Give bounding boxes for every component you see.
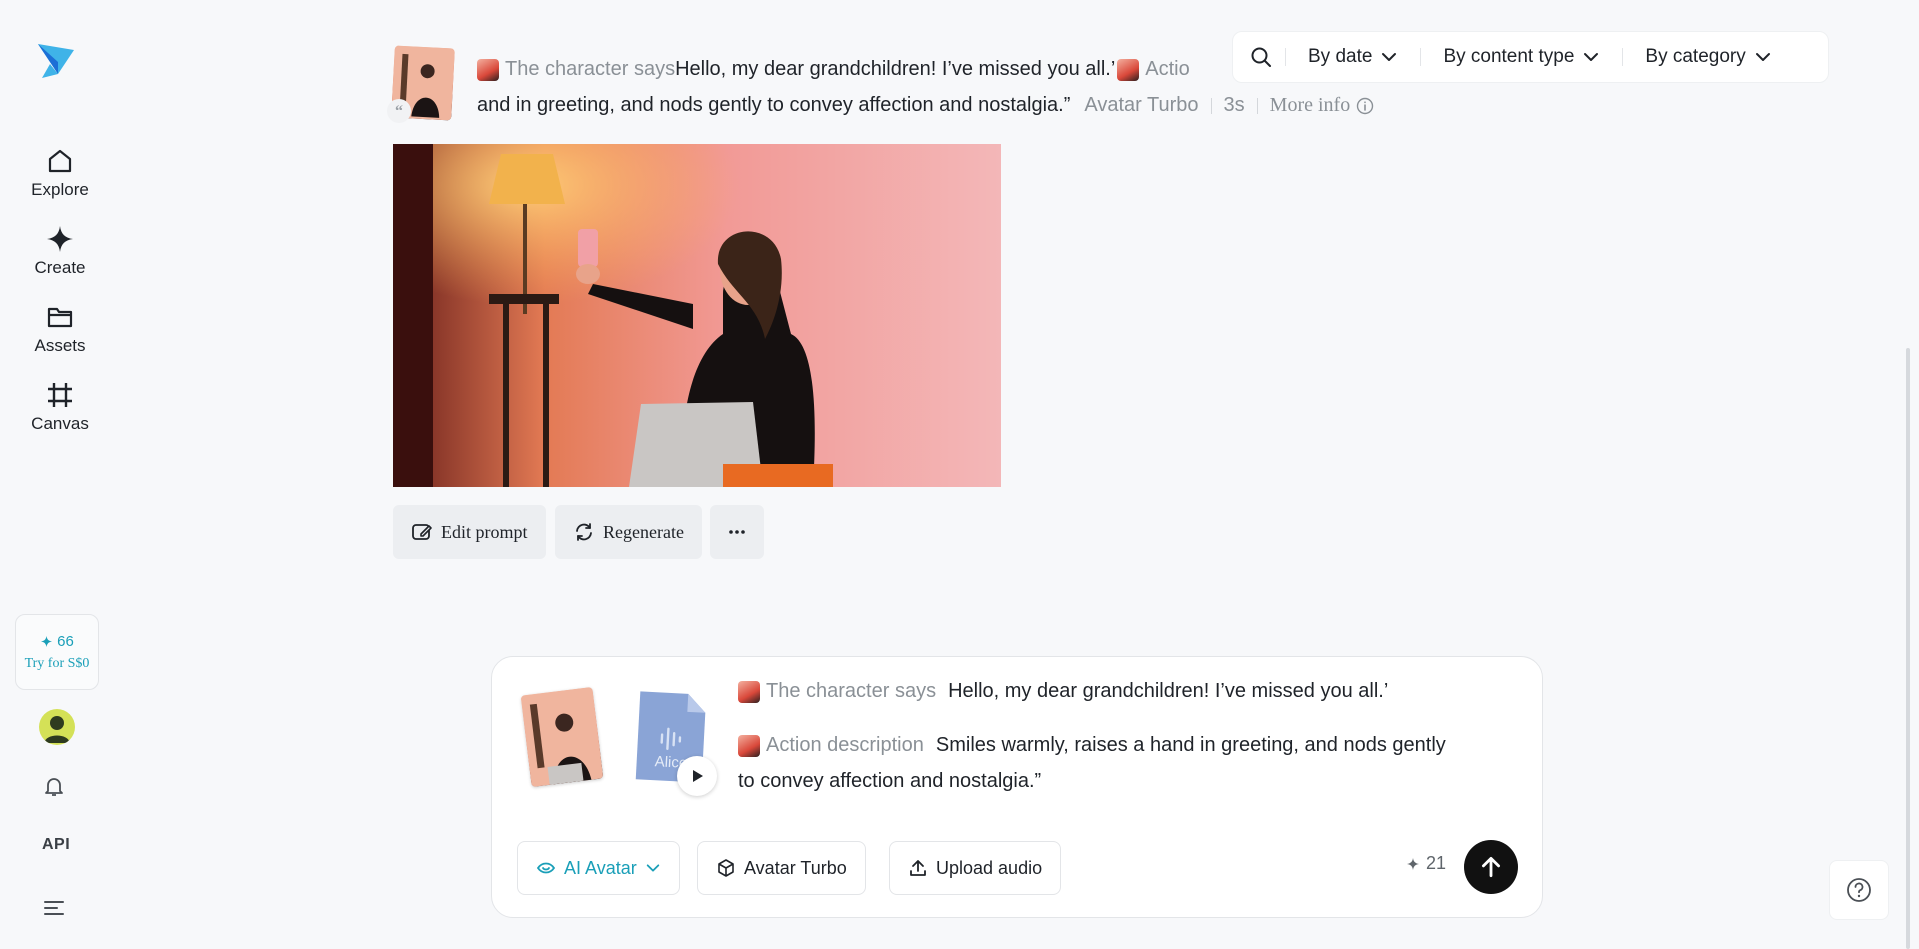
credits-count: 66 [40, 633, 74, 650]
sidebar-item-assets[interactable]: Assets [0, 302, 120, 356]
sparkle-icon [1406, 857, 1420, 870]
divider [1256, 97, 1258, 114]
model-label: Avatar Turbo [1084, 94, 1199, 116]
model-selector[interactable]: Avatar Turbo [697, 841, 866, 895]
chevron-down-icon [1755, 53, 1770, 61]
divider [1210, 97, 1212, 114]
page-scrollbar[interactable] [1906, 348, 1910, 949]
sidebar-item-create[interactable]: Create [0, 224, 120, 278]
upload-audio-label: Upload audio [936, 857, 1043, 878]
edit-prompt-button[interactable]: Edit prompt [393, 505, 546, 559]
sidebar-item-label: Explore [31, 180, 89, 199]
avatar[interactable] [39, 709, 75, 745]
sidebar: Explore Create Assets Canvas 66 Try for … [0, 0, 120, 949]
duration-label: 3s [1223, 94, 1245, 116]
upload-audio-button[interactable]: Upload audio [889, 841, 1062, 895]
action-description-tag: Actio [1145, 58, 1190, 80]
filter-by-content-type[interactable]: By content type [1431, 46, 1612, 68]
cost-value: 21 [1426, 853, 1447, 873]
folder-icon [47, 307, 73, 328]
more-options-button[interactable] [710, 505, 764, 559]
avatar-mode-icon [536, 862, 556, 874]
more-info-label: More info [1269, 94, 1351, 116]
help-button[interactable] [1829, 860, 1889, 920]
credits-value: 66 [57, 632, 74, 650]
regenerate-button[interactable]: Regenerate [555, 505, 702, 559]
filter-toolbar: By date By content type By category [1232, 31, 1829, 83]
character-says-tag: The character says [766, 680, 937, 702]
more-icon [729, 530, 745, 534]
composer-action-line[interactable]: Action description Smiles warmly, raises … [738, 727, 1518, 799]
more-info-link[interactable]: More info [1270, 94, 1375, 117]
sparkle-icon [47, 226, 73, 252]
upload-icon [910, 860, 926, 876]
user-icon [44, 716, 70, 743]
character-tag-icon [477, 58, 499, 81]
divider [1420, 48, 1422, 66]
divider [1285, 48, 1286, 66]
sidebar-item-explore[interactable]: Explore [0, 146, 120, 200]
sparkle-icon [41, 635, 53, 647]
action-tag-icon [738, 734, 760, 757]
refresh-icon [576, 523, 592, 541]
action-tag-icon [1117, 58, 1140, 81]
character-image-thumbnail[interactable] [520, 686, 604, 788]
info-icon [1357, 97, 1374, 114]
arrow-up-icon [1482, 856, 1500, 878]
search-icon[interactable] [1247, 43, 1275, 71]
action-description-text-cont: to convey affection and nostalgia.” [738, 770, 1042, 792]
composer-says-line[interactable]: The character says Hello, my dear grandch… [738, 673, 1388, 709]
api-link[interactable]: API [42, 836, 70, 854]
chevron-down-icon [646, 864, 659, 872]
record-prompt-line-2: and in greeting, and nods gently to conv… [477, 94, 1374, 117]
action-description-text: Smiles warmly, raises a hand in greeting… [935, 734, 1446, 756]
divider [1622, 48, 1624, 66]
character-says-text: Hello, my dear grandchildren! I’ve misse… [675, 58, 1116, 80]
filter-label: By content type [1443, 46, 1575, 67]
action-description-text: and in greeting, and nods gently to conv… [477, 94, 1071, 116]
edit-prompt-label: Edit prompt [441, 521, 528, 542]
try-free-label: Try for S$0 [24, 655, 90, 671]
filter-label: By category [1645, 46, 1746, 67]
filter-by-date[interactable]: By date [1296, 46, 1410, 68]
chevron-down-icon [1584, 53, 1599, 61]
character-says-text: Hello, my dear grandchildren! I’ve misse… [948, 680, 1389, 702]
filter-label: By date [1308, 46, 1373, 67]
ai-avatar-mode-dropdown[interactable]: AI Avatar [517, 841, 680, 895]
model-label: Avatar Turbo [744, 857, 847, 878]
canvas-icon [48, 383, 72, 407]
edit-icon [412, 524, 432, 540]
quote-icon: “ [387, 99, 411, 123]
record-prompt-line-1: The character says Hello, my dear grandch… [477, 58, 1190, 81]
sidebar-item-label: Canvas [31, 414, 89, 433]
action-description-tag: Action description [766, 734, 924, 756]
credits-box[interactable]: 66 Try for S$0 [15, 614, 99, 690]
cube-icon [718, 859, 734, 877]
filter-by-category[interactable]: By category [1633, 46, 1783, 68]
generated-video-preview[interactable] [393, 144, 1001, 487]
chevron-down-icon [1382, 53, 1397, 61]
regenerate-label: Regenerate [603, 521, 684, 542]
home-icon [48, 149, 72, 173]
play-audio-button[interactable] [677, 756, 717, 796]
send-button[interactable] [1464, 840, 1518, 894]
bell-icon[interactable] [42, 774, 66, 803]
sidebar-item-label: Create [34, 258, 86, 277]
menu-icon[interactable] [42, 896, 66, 925]
brand-logo[interactable] [36, 38, 76, 80]
mode-label: AI Avatar [564, 857, 637, 878]
prompt-composer: Alice The character says Hello, my dear g… [491, 656, 1543, 918]
credit-cost: 21 [1406, 853, 1446, 874]
character-tag-icon [738, 680, 760, 703]
sidebar-item-canvas[interactable]: Canvas [0, 380, 120, 434]
sidebar-item-label: Assets [34, 336, 86, 355]
character-says-tag: The character says [505, 58, 676, 80]
play-icon [693, 770, 703, 782]
help-icon [1847, 878, 1871, 902]
